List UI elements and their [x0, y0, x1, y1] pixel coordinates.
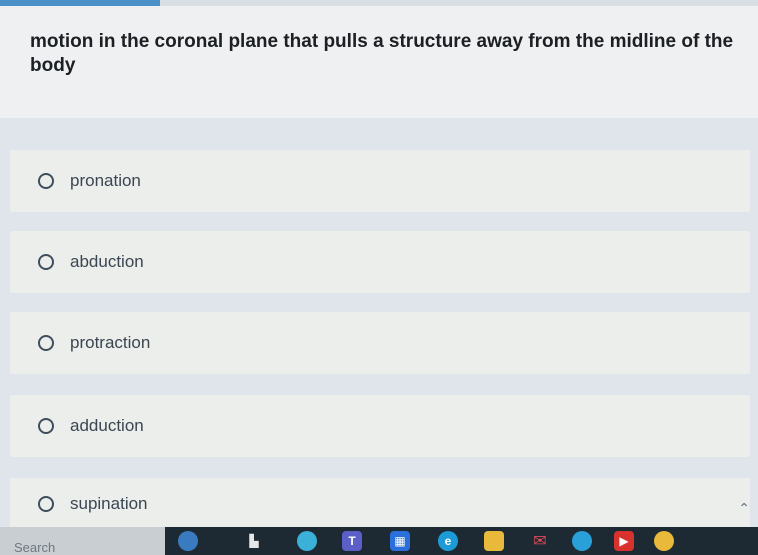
app-icon[interactable] — [572, 531, 592, 551]
choice-label: supination — [70, 494, 148, 513]
widgets-icon[interactable] — [178, 531, 198, 551]
choice-protraction[interactable]: protraction — [10, 312, 750, 374]
radio-button[interactable] — [38, 496, 54, 512]
choice-label: protraction — [70, 333, 151, 352]
answer-choices: pronation abduction protraction adductio… — [0, 118, 758, 530]
taskbar: Search ▙ T ▦ e ✉ ▶ — [0, 527, 758, 555]
question-panel: motion in the coronal plane that pulls a… — [0, 6, 758, 118]
search-label: Search — [14, 540, 56, 555]
media-icon[interactable]: ▶ — [614, 531, 634, 551]
chevron-up-icon[interactable]: ⌃ — [738, 500, 750, 517]
edge-icon[interactable]: e — [438, 531, 458, 551]
mail-icon[interactable]: ✉ — [530, 531, 550, 551]
copilot-icon[interactable] — [297, 531, 317, 551]
taskbar-search[interactable]: Search — [0, 527, 165, 555]
teams-icon[interactable]: T — [342, 531, 362, 551]
choice-label: pronation — [70, 171, 141, 190]
question-text: motion in the coronal plane that pulls a… — [30, 31, 734, 76]
radio-button[interactable] — [38, 418, 54, 434]
chrome-icon[interactable] — [654, 531, 674, 551]
choice-supination[interactable]: supination — [10, 478, 750, 530]
radio-button[interactable] — [38, 335, 54, 351]
choice-pronation[interactable]: pronation — [10, 150, 750, 212]
store-icon[interactable]: ▦ — [390, 531, 410, 551]
radio-button[interactable] — [38, 254, 54, 270]
radio-button[interactable] — [38, 173, 54, 189]
choice-adduction[interactable]: adduction — [10, 395, 750, 457]
choice-label: abduction — [70, 252, 144, 271]
folder-icon[interactable] — [484, 531, 504, 551]
file-explorer-icon[interactable]: ▙ — [244, 531, 264, 551]
choice-label: adduction — [70, 416, 144, 435]
choice-abduction[interactable]: abduction — [10, 231, 750, 293]
